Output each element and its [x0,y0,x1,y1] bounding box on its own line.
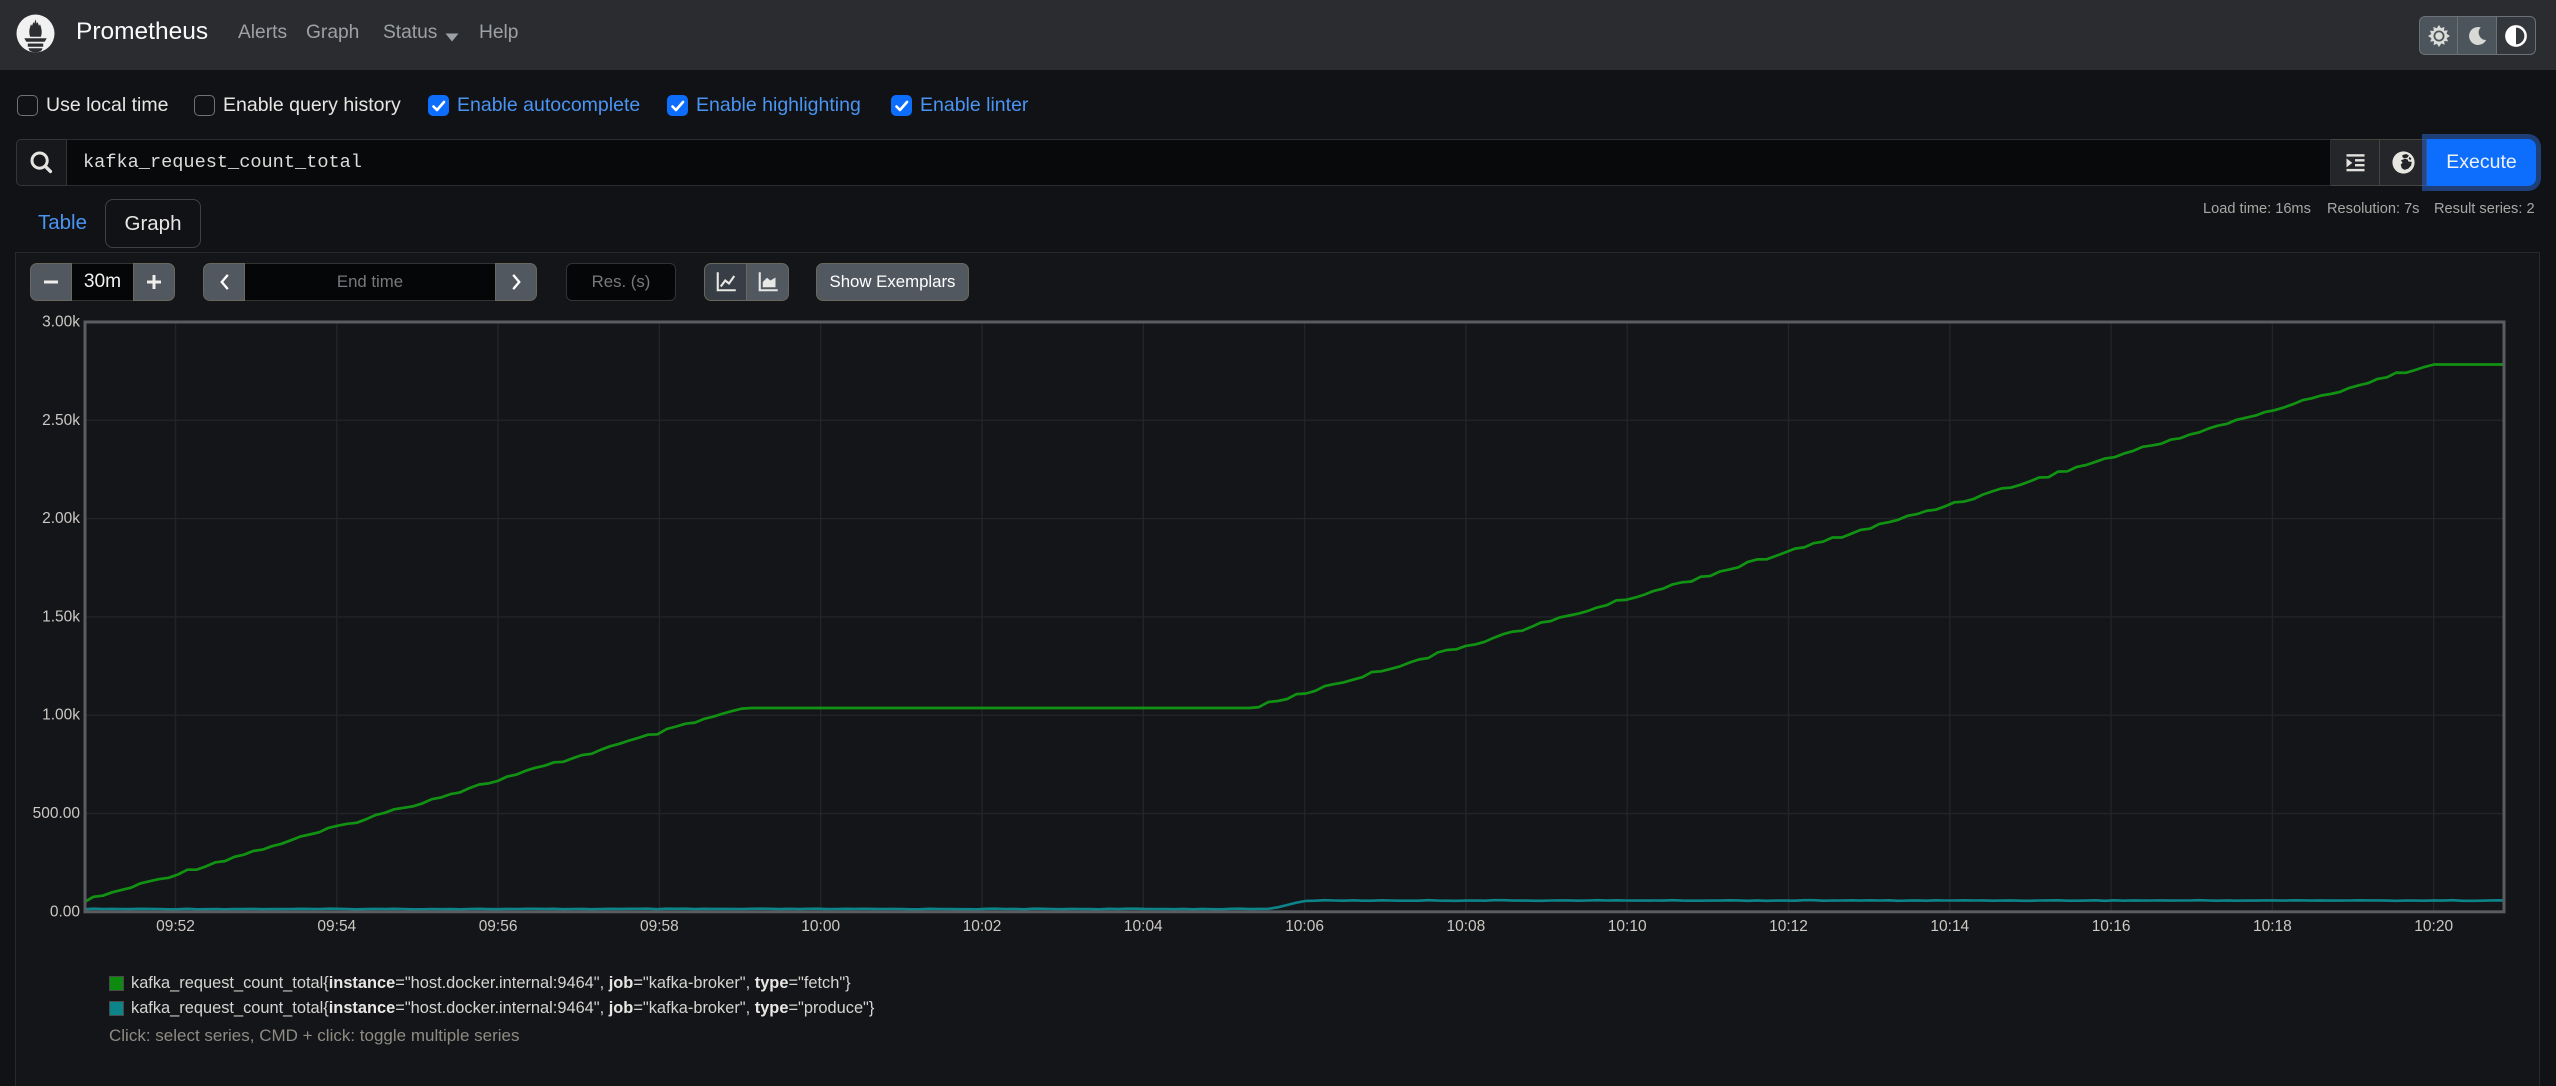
svg-text:10:14: 10:14 [1930,918,1969,935]
svg-text:10:16: 10:16 [2092,918,2131,935]
svg-text:1.50k: 1.50k [42,608,80,625]
svg-text:10:18: 10:18 [2253,918,2292,935]
svg-text:10:12: 10:12 [1769,918,1808,935]
svg-text:10:04: 10:04 [1124,918,1163,935]
svg-text:2.50k: 2.50k [42,412,80,429]
svg-text:2.00k: 2.00k [42,510,80,527]
svg-text:10:06: 10:06 [1285,918,1324,935]
svg-text:10:00: 10:00 [801,918,840,935]
svg-text:10:20: 10:20 [2414,918,2453,935]
svg-text:10:08: 10:08 [1447,918,1486,935]
svg-text:09:56: 09:56 [479,918,518,935]
svg-text:09:58: 09:58 [640,918,679,935]
svg-text:1.00k: 1.00k [42,707,80,724]
svg-text:09:52: 09:52 [156,918,195,935]
svg-text:10:02: 10:02 [963,918,1002,935]
svg-text:500.00: 500.00 [33,805,81,822]
svg-text:09:54: 09:54 [317,918,356,935]
svg-text:10:10: 10:10 [1608,918,1647,935]
svg-text:0.00: 0.00 [50,903,81,920]
svg-text:3.00k: 3.00k [42,314,80,331]
